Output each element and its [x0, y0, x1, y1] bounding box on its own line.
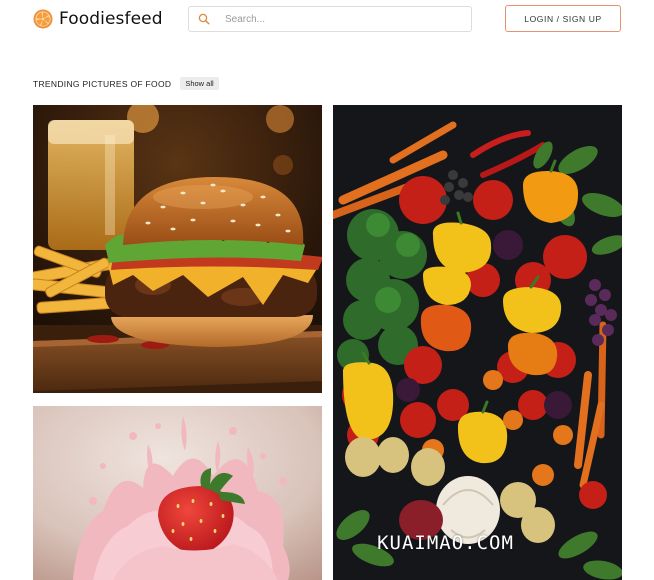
- orange-slice-logo-icon: [33, 9, 53, 29]
- search-bar[interactable]: [188, 6, 472, 32]
- login-signup-button[interactable]: LOGIN / SIGN UP: [505, 5, 621, 32]
- photo-burger-with-fries[interactable]: [33, 105, 322, 393]
- search-input[interactable]: [223, 12, 457, 26]
- watermark-text: KUAIMAO.COM: [377, 532, 514, 554]
- search-icon: [198, 13, 210, 25]
- photo-vegetables-flatlay[interactable]: [333, 105, 622, 580]
- section-title: TRENDING PICTURES OF FOOD: [33, 78, 172, 89]
- brand-name: Foodiesfeed: [59, 9, 163, 29]
- photo-strawberry-milk-splash[interactable]: [33, 406, 322, 580]
- strawberry-splash-image: [33, 406, 322, 580]
- vegetables-image: [333, 105, 622, 580]
- section-header: TRENDING PICTURES OF FOOD Show all: [33, 77, 219, 90]
- site-logo[interactable]: Foodiesfeed: [33, 9, 163, 29]
- page: Foodiesfeed LOGIN / SIGN UP TRENDING PIC…: [0, 0, 654, 580]
- burger-image: [33, 105, 322, 393]
- show-all-button[interactable]: Show all: [180, 77, 219, 90]
